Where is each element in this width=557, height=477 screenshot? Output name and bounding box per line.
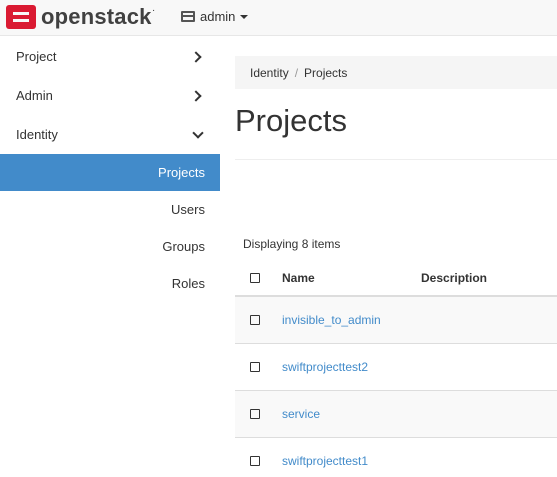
column-header-description[interactable]: Description (421, 271, 487, 285)
column-header-name[interactable]: Name (282, 271, 421, 285)
breadcrumb-separator: / (294, 65, 299, 80)
project-name-link[interactable]: swiftprojecttest1 (282, 454, 368, 468)
breadcrumb-item-projects: Projects (304, 65, 348, 80)
sidebar-section-project[interactable]: Project (0, 37, 220, 76)
page-title: Projects (235, 103, 347, 138)
openstack-logo-icon (6, 5, 36, 29)
chevron-right-icon (190, 50, 202, 63)
project-name-link[interactable]: service (282, 407, 320, 421)
row-checkbox[interactable] (250, 315, 260, 325)
sidebar-item-projects[interactable]: Projects (0, 154, 220, 191)
table-row: swiftprojecttest1 (235, 438, 557, 477)
sidebar-section-admin[interactable]: Admin (0, 76, 220, 115)
table-row: swiftprojecttest2 (235, 344, 557, 391)
item-count: Displaying 8 items (243, 237, 341, 251)
user-menu-dropdown[interactable]: admin (181, 9, 249, 24)
user-card-icon (181, 11, 195, 22)
sidebar-section-label: Identity (16, 127, 58, 142)
breadcrumb: Identity / Projects (235, 56, 557, 89)
chevron-down-icon (192, 126, 204, 139)
row-checkbox[interactable] (250, 409, 260, 419)
breadcrumb-item-identity[interactable]: Identity (250, 66, 289, 80)
table-header: Name Description (235, 260, 557, 297)
main-content: Identity / Projects Projects Displaying … (220, 37, 557, 477)
chevron-right-icon (190, 89, 202, 102)
user-menu-label: admin (200, 9, 236, 24)
row-checkbox[interactable] (250, 362, 260, 372)
project-name-link[interactable]: invisible_to_admin (282, 313, 381, 327)
sidebar-item-label: Projects (158, 165, 205, 180)
sidebar-item-label: Users (171, 202, 205, 217)
table-row: invisible_to_admin (235, 297, 557, 344)
projects-table: Name Description invisible_to_admin swif… (235, 260, 557, 477)
sidebar-section-label: Project (16, 49, 57, 64)
table-row: service (235, 391, 557, 438)
top-navbar: openstack. admin (0, 0, 557, 36)
project-name-link[interactable]: swiftprojecttest2 (282, 360, 368, 374)
sidebar: Project Admin Identity Projects Users Gr… (0, 37, 220, 477)
openstack-logo[interactable]: openstack. (6, 4, 155, 30)
title-divider (235, 159, 557, 160)
select-all-checkbox[interactable] (250, 272, 260, 283)
sidebar-item-users[interactable]: Users (0, 191, 220, 228)
brand-name: openstack. (41, 4, 155, 29)
sidebar-section-label: Admin (16, 88, 53, 103)
row-checkbox[interactable] (250, 456, 260, 466)
caret-down-icon (240, 15, 249, 19)
sidebar-item-roles[interactable]: Roles (0, 265, 220, 302)
sidebar-item-label: Groups (162, 239, 205, 254)
sidebar-section-identity[interactable]: Identity (0, 115, 220, 154)
sidebar-item-label: Roles (171, 276, 205, 291)
sidebar-item-groups[interactable]: Groups (0, 228, 220, 265)
